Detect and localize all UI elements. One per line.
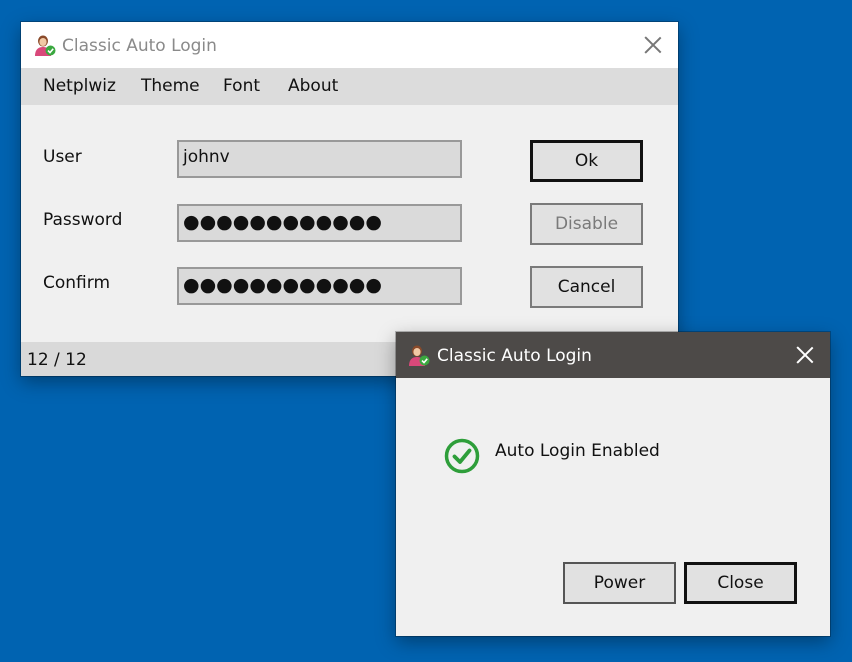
confirm-field[interactable]: ●●●●●●●●●●●● [177, 267, 462, 305]
menu-netplwiz[interactable]: Netplwiz [43, 76, 116, 96]
password-field[interactable]: ●●●●●●●●●●●● [177, 204, 462, 242]
confirm-label: Confirm [43, 273, 111, 293]
close-icon[interactable] [643, 35, 663, 55]
menu-about[interactable]: About [288, 76, 338, 96]
ok-button[interactable]: Ok [530, 140, 643, 182]
menu-theme[interactable]: Theme [141, 76, 200, 96]
message-dialog: Classic Auto Login Auto Login Enabled Po… [396, 332, 830, 636]
main-window: Classic Auto Login Netplwiz Theme Font A… [21, 22, 678, 376]
user-check-icon [35, 35, 56, 56]
user-field[interactable]: johnv [177, 140, 462, 178]
close-icon[interactable] [795, 345, 815, 365]
menu-font[interactable]: Font [223, 76, 260, 96]
checkmark-circle-icon [444, 438, 480, 474]
cancel-button[interactable]: Cancel [530, 266, 643, 308]
main-window-title: Classic Auto Login [62, 36, 217, 56]
dialog-message: Auto Login Enabled [495, 441, 660, 461]
dialog-titlebar[interactable]: Classic Auto Login [396, 332, 830, 378]
password-label: Password [43, 210, 123, 230]
main-titlebar[interactable]: Classic Auto Login [21, 22, 678, 68]
dialog-title: Classic Auto Login [437, 346, 592, 366]
menu-bar: Netplwiz Theme Font About [21, 68, 678, 105]
close-button[interactable]: Close [684, 562, 797, 604]
disable-button[interactable]: Disable [530, 203, 643, 245]
status-count: 12 / 12 [27, 350, 87, 370]
user-check-icon [409, 345, 430, 366]
user-label: User [43, 147, 82, 167]
power-button[interactable]: Power [563, 562, 676, 604]
